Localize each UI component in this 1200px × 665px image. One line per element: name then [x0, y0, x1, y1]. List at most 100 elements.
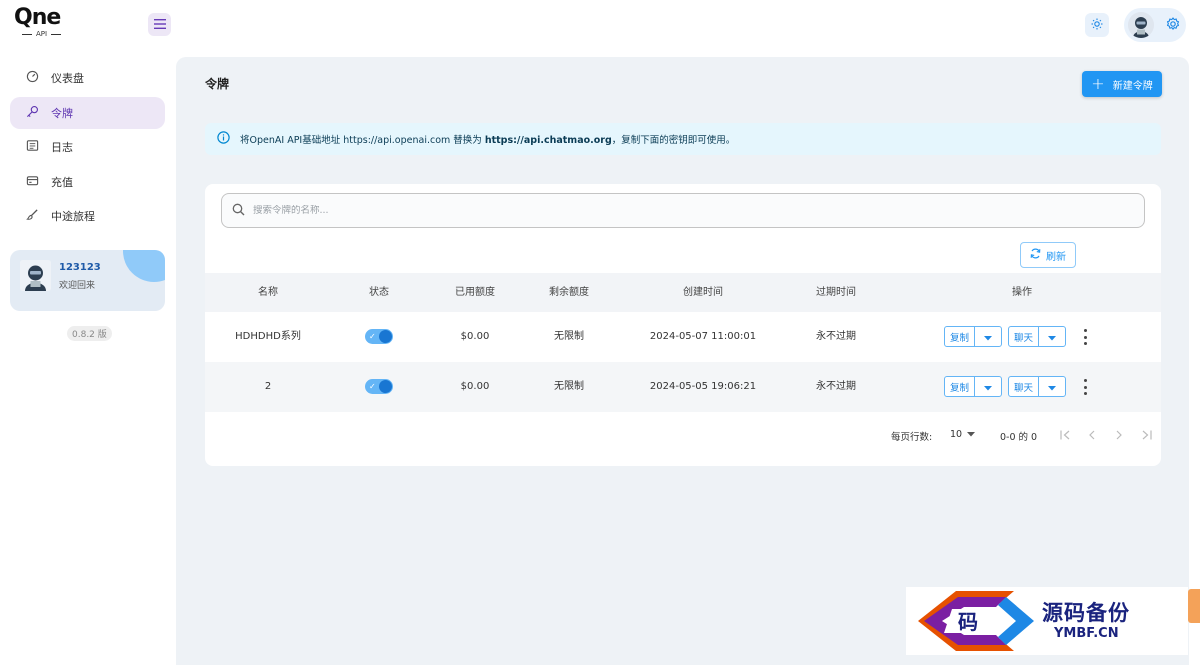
tokens-card: 刷新 名称 状态 已用额度 剩余额度 创建时间 过期时间 操作 HDHDHD系列…: [205, 184, 1161, 466]
remaining-quota: 无限制: [554, 381, 584, 392]
user-name: 123123: [59, 262, 101, 273]
page-range: 0-0 的 0: [1000, 432, 1038, 443]
table-row: HDHDHD系列 ✓ $0.00 无限制 2024-05-07 11:00:01…: [205, 312, 1161, 362]
token-name: HDHDHD系列: [235, 331, 301, 342]
check-icon: ✓: [369, 332, 376, 341]
copy-button[interactable]: 复制: [945, 327, 975, 346]
alert-text: 将OpenAI API基础地址 https://api.openai.com 替…: [240, 135, 736, 146]
avatar: [1128, 12, 1154, 38]
hamburger-icon: [153, 18, 166, 32]
page-title: 令牌: [205, 77, 230, 91]
sidebar-item-label: 仪表盘: [51, 72, 84, 85]
dashboard-icon: [26, 70, 39, 86]
search-input[interactable]: [253, 205, 1133, 216]
column-header[interactable]: 已用额度: [455, 273, 495, 312]
first-page-icon[interactable]: [1058, 428, 1072, 442]
sidebar-item-dashboard[interactable]: 仪表盘: [10, 62, 165, 94]
copy-dropdown-button[interactable]: [975, 377, 1001, 396]
copy-split-button: 复制: [944, 376, 1002, 397]
brand-logo[interactable]: Qne API: [14, 6, 74, 44]
table-header: 名称 状态 已用额度 剩余额度 创建时间 过期时间 操作: [205, 273, 1161, 312]
sidebar-item-tokens[interactable]: 令牌: [10, 97, 165, 129]
column-header: 操作: [1012, 287, 1032, 298]
brush-icon: [26, 208, 39, 224]
more-actions-icon[interactable]: [1081, 329, 1089, 345]
used-quota: $0.00: [460, 381, 490, 392]
column-header[interactable]: 创建时间: [683, 273, 723, 312]
info-icon: [217, 131, 230, 147]
refresh-label: 刷新: [1046, 251, 1066, 263]
sidebar-item-logs[interactable]: 日志: [10, 131, 165, 163]
side-tab[interactable]: [1188, 589, 1200, 623]
avatar: [20, 260, 51, 291]
last-page-icon[interactable]: [1139, 428, 1153, 442]
copy-dropdown-button[interactable]: [975, 327, 1001, 346]
main-content: 令牌 + 新建令牌 将OpenAI API基础地址 https://api.op…: [176, 57, 1189, 665]
log-icon: [26, 139, 39, 155]
refresh-button[interactable]: 刷新: [1020, 242, 1076, 268]
rows-per-page-value: 10: [950, 429, 963, 440]
next-page-icon[interactable]: [1112, 428, 1126, 442]
caret-down-icon: [984, 380, 992, 394]
chat-dropdown-button[interactable]: [1039, 327, 1065, 346]
copy-split-button: 复制: [944, 326, 1002, 347]
menu-toggle-button[interactable]: [148, 13, 171, 36]
column-header[interactable]: 状态: [369, 273, 389, 312]
remaining-quota: 无限制: [554, 331, 584, 342]
new-token-button[interactable]: + 新建令牌: [1082, 71, 1162, 97]
more-actions-icon[interactable]: [1081, 379, 1089, 395]
plus-icon: +: [1091, 74, 1105, 93]
version-badge: 0.8.2 版: [67, 326, 112, 341]
watermark-title: 源码备份: [1042, 601, 1130, 625]
profile-menu-button[interactable]: [1124, 8, 1186, 42]
user-card[interactable]: 123123 欢迎回来: [10, 250, 165, 311]
status-toggle[interactable]: ✓: [365, 329, 393, 344]
sidebar-item-midjourney[interactable]: 中途旅程: [10, 200, 165, 232]
chat-split-button: 聊天: [1008, 326, 1066, 347]
column-header[interactable]: 过期时间: [816, 273, 856, 312]
chat-button[interactable]: 聊天: [1009, 327, 1039, 346]
rows-per-page-select[interactable]: 10: [950, 429, 976, 440]
search-icon: [232, 203, 245, 219]
gear-icon: [1166, 16, 1180, 34]
brand-name: Qne: [14, 5, 61, 30]
sun-icon: [1091, 18, 1103, 33]
caret-down-icon: [967, 429, 976, 440]
caret-down-icon: [984, 330, 992, 344]
chat-split-button: 聊天: [1008, 376, 1066, 397]
sidebar-item-label: 中途旅程: [51, 210, 95, 223]
sidebar-item-recharge[interactable]: 充值: [10, 166, 165, 198]
theme-toggle-button[interactable]: [1085, 13, 1109, 37]
expire-time: 永不过期: [816, 381, 856, 392]
column-header[interactable]: 名称: [258, 273, 278, 312]
caret-down-icon: [1048, 380, 1056, 394]
check-icon: ✓: [369, 382, 376, 391]
status-toggle[interactable]: ✓: [365, 379, 393, 394]
rows-per-page-label: 每页行数:: [891, 432, 933, 443]
search-field[interactable]: [221, 193, 1145, 228]
chat-dropdown-button[interactable]: [1039, 377, 1065, 396]
welcome-text: 欢迎回来: [59, 281, 96, 291]
column-header[interactable]: 剩余额度: [549, 273, 589, 312]
used-quota: $0.00: [460, 331, 490, 342]
chat-button[interactable]: 聊天: [1009, 377, 1039, 396]
prev-page-icon[interactable]: [1085, 428, 1099, 442]
created-time: 2024-05-05 19:06:21: [649, 381, 757, 392]
info-alert: 将OpenAI API基础地址 https://api.openai.com 替…: [205, 123, 1161, 155]
brand-sub: API: [22, 30, 74, 38]
created-time: 2024-05-07 11:00:01: [649, 331, 757, 342]
caret-down-icon: [1048, 330, 1056, 344]
expire-time: 永不过期: [816, 331, 856, 342]
sidebar-item-label: 令牌: [51, 107, 73, 120]
watermark-url: YMBF.CN: [1054, 626, 1119, 641]
sidebar-item-label: 充值: [51, 176, 73, 189]
refresh-icon: [1030, 248, 1041, 262]
sidebar-item-label: 日志: [51, 141, 73, 154]
new-token-label: 新建令牌: [1112, 80, 1153, 92]
copy-button[interactable]: 复制: [945, 377, 975, 396]
token-name: 2: [264, 381, 272, 392]
svg-text:码: 码: [958, 610, 978, 634]
wallet-icon: [26, 174, 39, 190]
card-decoration: [123, 250, 165, 282]
key-icon: [26, 105, 39, 121]
